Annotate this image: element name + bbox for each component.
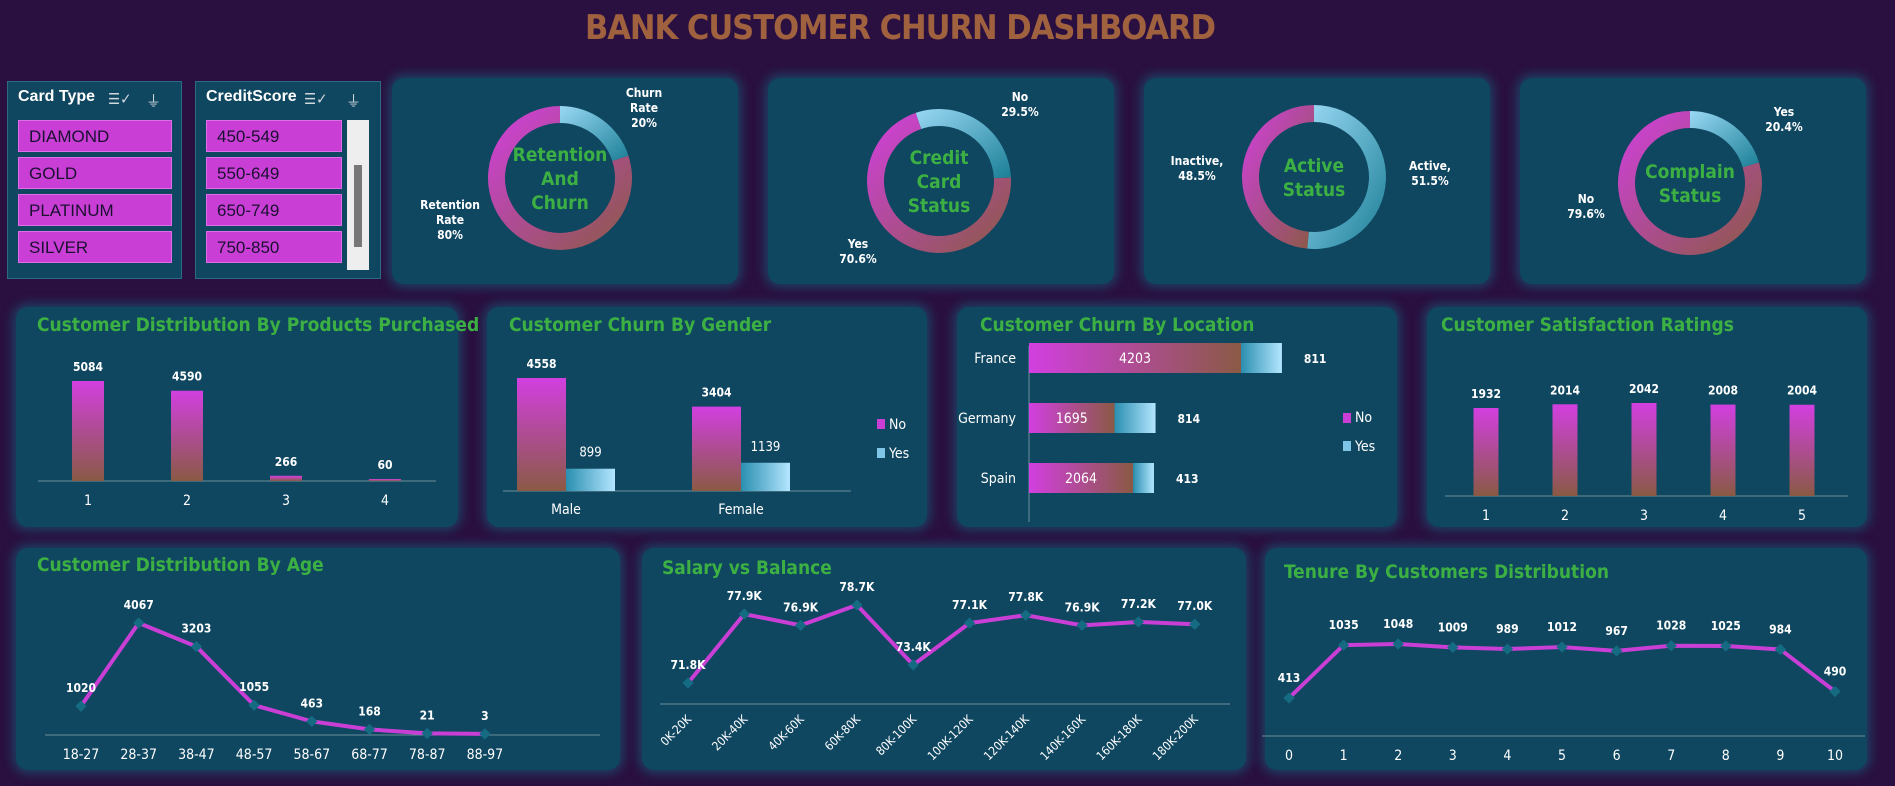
satisfaction-chart-title: Customer Satisfaction Ratings bbox=[1441, 314, 1734, 336]
slicer-title: Card Type bbox=[18, 88, 96, 105]
tenure-chart-title: Tenure By Customers Distribution bbox=[1284, 561, 1609, 583]
dashboard-title: BANK CUSTOMER CHURN DASHBOARD bbox=[584, 8, 1216, 48]
slicer-title: CreditScore bbox=[206, 88, 297, 105]
scrollbar-thumb[interactable] bbox=[354, 165, 362, 247]
clear-filter-icon[interactable]: ⏚ bbox=[346, 90, 361, 111]
gender-card bbox=[487, 307, 927, 527]
gender-chart-title: Customer Churn By Gender bbox=[509, 314, 772, 336]
slicer-item-silver[interactable]: SILVER bbox=[18, 231, 172, 263]
clear-filter-icon[interactable]: ⏚ bbox=[146, 90, 161, 111]
slicer-item-550-649[interactable]: 550-649 bbox=[206, 157, 342, 189]
complain-status-card bbox=[1520, 78, 1866, 284]
slicer-item-750-850[interactable]: 750-850 bbox=[206, 231, 342, 263]
credit-card-status-card bbox=[768, 78, 1114, 284]
location-chart-title: Customer Churn By Location bbox=[980, 314, 1255, 336]
slicer-item-450-549[interactable]: 450-549 bbox=[206, 120, 342, 152]
age-card bbox=[16, 548, 620, 770]
salary-chart-title: Salary vs Balance bbox=[662, 557, 832, 579]
retention-card bbox=[392, 78, 738, 284]
slicer-item-diamond[interactable]: DIAMOND bbox=[18, 120, 172, 152]
slicer-item-platinum[interactable]: PLATINUM bbox=[18, 194, 172, 226]
multi-select-icon[interactable]: ☰✓ bbox=[108, 90, 131, 108]
slicer-item-650-749[interactable]: 650-749 bbox=[206, 194, 342, 226]
slicer-scrollbar[interactable] bbox=[347, 120, 369, 270]
multi-select-icon[interactable]: ☰✓ bbox=[304, 90, 327, 108]
products-chart-title: Customer Distribution By Products Purcha… bbox=[37, 314, 480, 336]
location-card bbox=[957, 307, 1397, 527]
satisfaction-card bbox=[1427, 307, 1867, 527]
slicer-item-gold[interactable]: GOLD bbox=[18, 157, 172, 189]
age-chart-title: Customer Distribution By Age bbox=[37, 554, 324, 576]
products-card bbox=[16, 307, 458, 527]
salary-card bbox=[642, 548, 1246, 770]
active-status-card bbox=[1144, 78, 1490, 284]
card-type-slicer: Card Type ☰✓ ⏚ DIAMOND GOLD PLATINUM SIL… bbox=[7, 81, 182, 279]
credit-score-slicer: CreditScore ☰✓ ⏚ 450-549 550-649 650-749… bbox=[195, 81, 381, 279]
